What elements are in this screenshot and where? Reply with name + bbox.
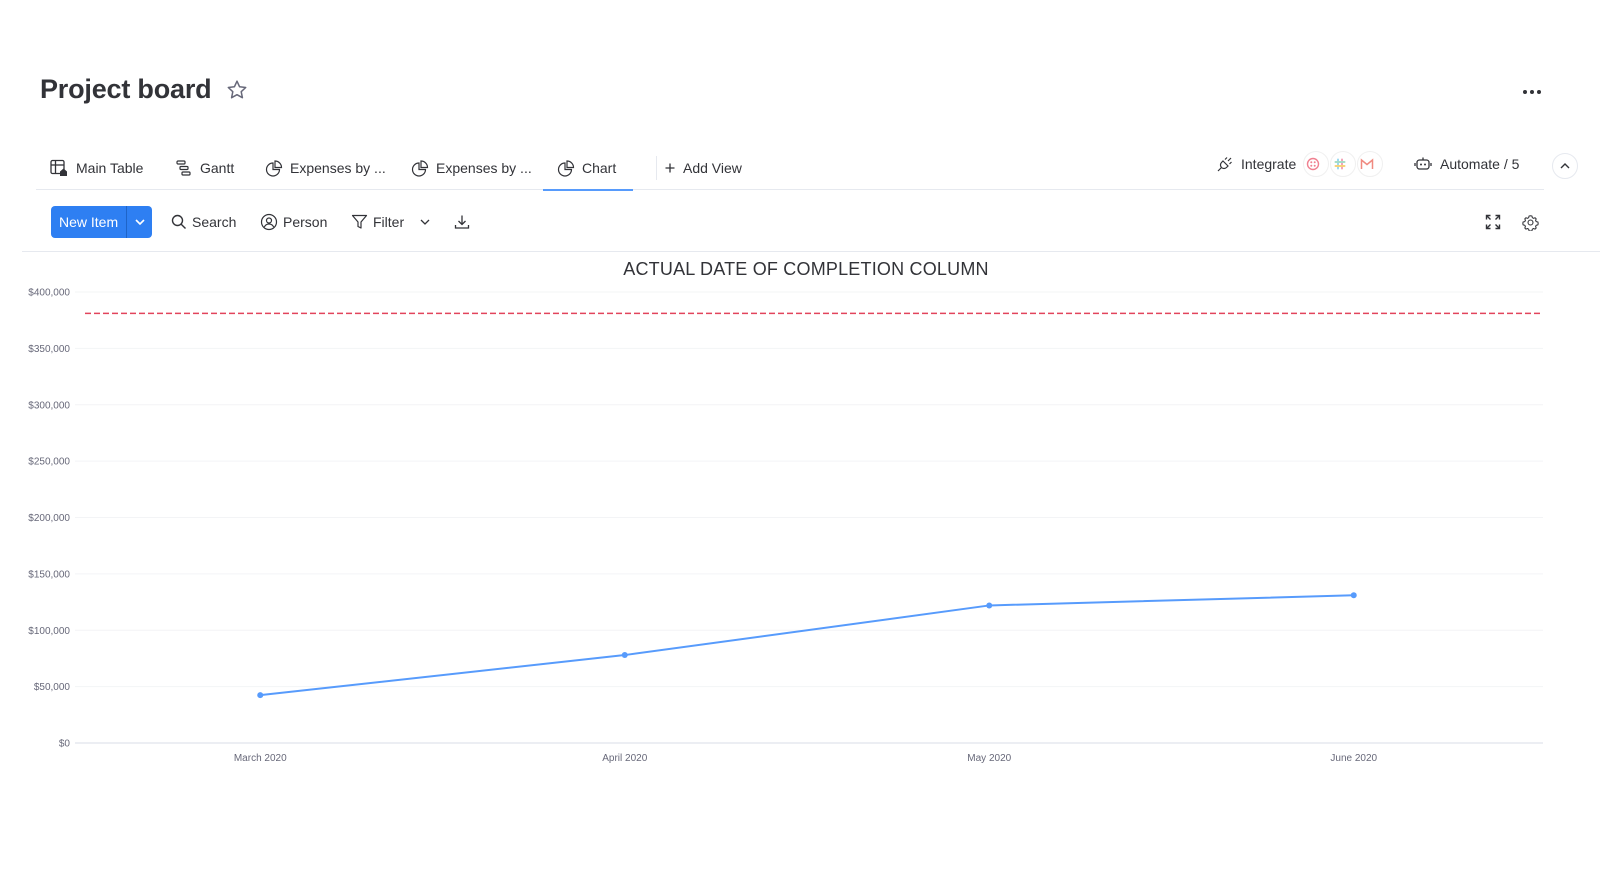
new-item-split-button: New Item [51,206,153,238]
view-tabs: Main Table Gantt Expenses by ... Expense… [36,146,1578,191]
fullscreen-button[interactable] [1481,210,1505,234]
integrate-plug-icon [1217,157,1232,172]
grid-lines [75,291,1543,744]
plus-icon [665,163,675,173]
line-chart: $0 $50,000 $100,000 $150,000 $200,000 $250,00… [28,288,1543,764]
search-label: Search [192,214,237,230]
gmail-icon [1357,151,1384,177]
tab-label: Chart [582,160,617,176]
gantt-icon [176,160,191,176]
x-tick-label: April 2020 [602,753,647,764]
y-tick-label: $150,000 [28,569,70,580]
new-item-button[interactable]: New Item [51,206,126,238]
integrate-label: Integrate [1241,156,1297,172]
new-item-dropdown-button[interactable] [126,206,152,238]
slack-icon [1330,151,1357,177]
integration-apps [1302,151,1384,177]
filter-label: Filter [373,214,405,230]
tab-chart[interactable]: Chart [542,146,634,191]
tab-label: Expenses by ... [290,160,386,176]
filter-button[interactable]: Filter [351,206,404,238]
tab-label: Gantt [200,160,235,176]
automate-button[interactable]: Automate / 5 [1414,146,1519,182]
integrate-button[interactable]: Integrate [1216,146,1384,182]
y-tick-label: $0 [59,739,71,750]
chevron-down-icon [420,219,430,225]
y-tick-label: $350,000 [28,344,70,355]
data-point[interactable] [257,692,264,699]
filter-icon [351,214,368,229]
tab-gantt[interactable]: Gantt [175,146,234,190]
y-tick-label: $400,000 [28,288,70,299]
board-header: Project board [40,74,249,105]
chevron-up-icon [1560,163,1570,169]
y-tick-label: $200,000 [28,513,70,524]
robot-icon [1414,157,1432,170]
table-home-icon [50,159,67,176]
y-axis-ticks: $0 $50,000 $100,000 $150,000 $200,000 $250,00… [28,288,70,750]
x-tick-label: March 2020 [234,753,287,764]
add-view-button[interactable]: Add View [664,146,742,190]
chart-pie-icon [557,160,575,177]
search-button[interactable]: Search [171,206,236,238]
tab-divider [656,156,657,180]
series-group [257,592,1357,699]
data-point[interactable] [986,602,993,609]
person-icon [260,213,278,231]
tab-label: Main Table [76,160,144,176]
tab-expenses-2[interactable]: Expenses by ... [411,146,532,190]
person-label: Person [283,214,328,230]
search-icon [171,214,186,229]
twilio-icon [1303,151,1330,177]
automate-label: Automate / 5 [1440,156,1520,172]
filter-dropdown-button[interactable] [413,210,437,234]
chart-pie-icon [265,160,283,177]
data-point[interactable] [1350,592,1357,599]
tab-label: Expenses by ... [436,160,532,176]
chevron-down-icon [135,219,145,225]
y-tick-label: $100,000 [28,626,70,637]
tab-main-table[interactable]: Main Table [50,146,143,190]
more-options-icon[interactable] [1520,80,1544,104]
star-icon[interactable] [225,78,249,102]
settings-button[interactable] [1518,210,1542,234]
x-axis-ticks: March 2020 April 2020 May 2020 June 2020 [234,753,1378,764]
x-tick-label: May 2020 [967,753,1011,764]
collapse-header-button[interactable] [1552,153,1578,179]
y-tick-label: $50,000 [34,682,71,693]
download-icon [454,215,470,229]
y-tick-label: $250,000 [28,457,70,468]
person-filter-button[interactable]: Person [260,206,327,238]
board-toolbar: New Item Search Person Filter [22,198,1600,252]
data-point[interactable] [621,652,628,659]
expand-icon [1485,214,1501,230]
y-tick-label: $300,000 [28,400,70,411]
series-line [260,594,1354,697]
chart-pie-icon [411,160,429,177]
add-view-label: Add View [683,160,742,176]
gear-icon [1521,214,1539,231]
export-button[interactable] [450,210,474,234]
tab-expenses-1[interactable]: Expenses by ... [265,146,386,190]
page-title: Project board [40,74,212,104]
x-tick-label: June 2020 [1330,753,1377,764]
